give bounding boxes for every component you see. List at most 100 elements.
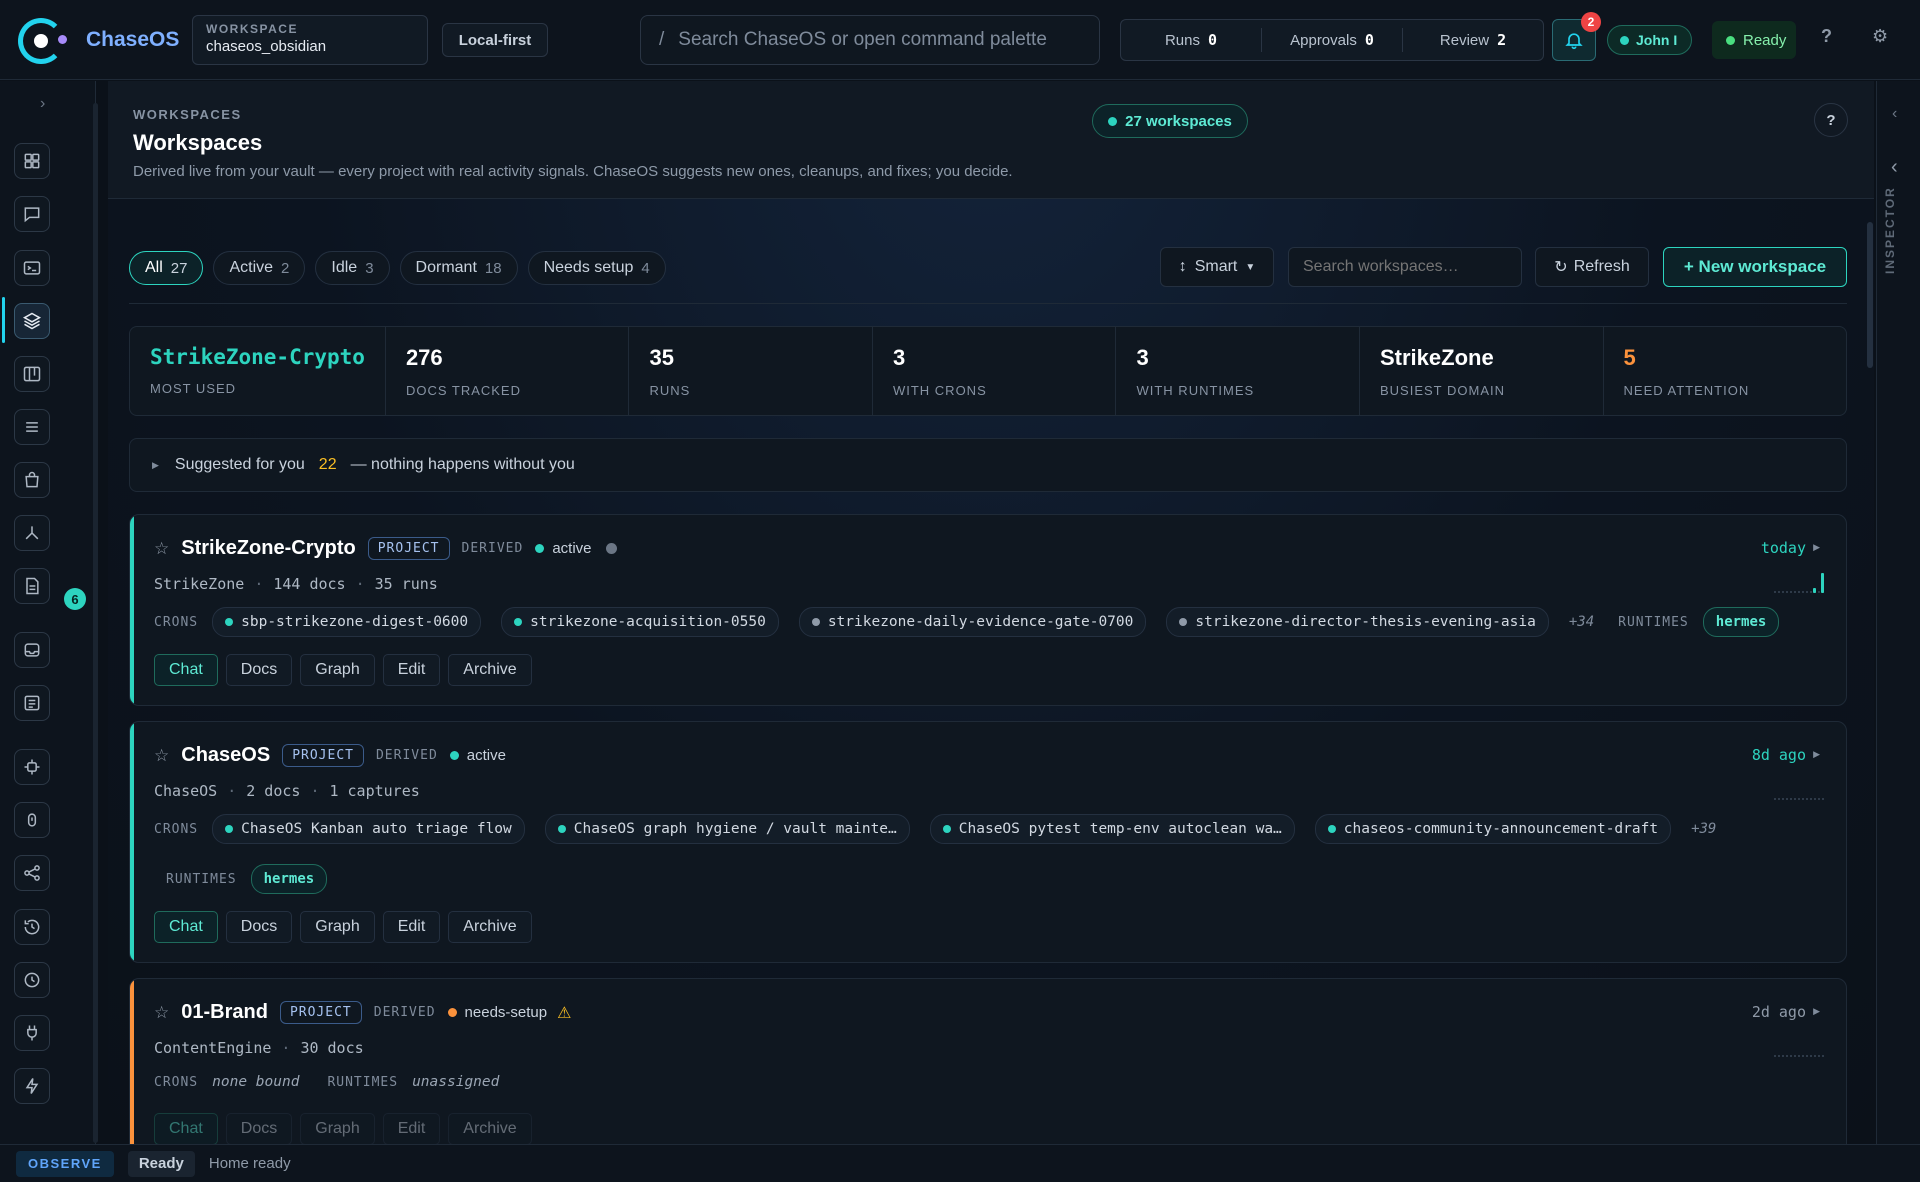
page-help-button[interactable]: ? — [1814, 103, 1848, 137]
workspace-name[interactable]: 01-Brand — [181, 1001, 268, 1024]
chat-icon[interactable] — [14, 196, 50, 232]
docs-button[interactable]: Docs — [225, 911, 293, 943]
sidebar-scrollbar[interactable] — [93, 103, 98, 1143]
workspace-meta: ContentEngine · 30 docs — [154, 1039, 364, 1057]
runtime-chip[interactable]: hermes — [250, 864, 328, 894]
history-icon[interactable] — [14, 909, 50, 945]
chip-icon[interactable] — [14, 749, 50, 785]
share-icon[interactable] — [14, 855, 50, 891]
help-icon[interactable]: ? — [1821, 26, 1832, 47]
workspace-name[interactable]: StrikeZone-Crypto — [181, 537, 355, 560]
command-search[interactable]: / Search ChaseOS or open command palette — [640, 15, 1100, 65]
more-crons[interactable]: +34 — [1569, 614, 1594, 630]
kanban-icon[interactable] — [14, 356, 50, 392]
chaseos-logo-icon — [18, 18, 64, 64]
cron-chip[interactable]: ChaseOS graph hygiene / vault mainte… — [544, 814, 910, 844]
workspace-card[interactable]: ☆ ChaseOS PROJECT DERIVED active 8d ago … — [129, 721, 1847, 963]
sort-dropdown[interactable]: ↕ Smart ▼ — [1160, 247, 1274, 287]
suggestions-toggle[interactable]: ▶ Suggested for you 22 — nothing happens… — [129, 438, 1847, 492]
star-icon[interactable]: ☆ — [154, 539, 169, 559]
layers-icon[interactable] — [14, 303, 50, 339]
filter-active[interactable]: Active 2 — [213, 251, 306, 285]
chat-button[interactable]: Chat — [154, 654, 218, 686]
count-dot — [1108, 116, 1118, 126]
project-tag: PROJECT — [282, 744, 364, 767]
caret-right-icon[interactable]: ▶ — [1813, 1006, 1820, 1017]
archive-button[interactable]: Archive — [448, 911, 532, 943]
archive-button[interactable]: Archive — [448, 654, 532, 686]
chat-button[interactable]: Chat — [154, 1113, 218, 1144]
main-scrollbar[interactable] — [1867, 222, 1873, 368]
user-menu[interactable]: John I — [1607, 25, 1692, 55]
cron-chip[interactable]: strikezone-daily-evidence-gate-0700 — [798, 607, 1147, 637]
workspace-meta: StrikeZone · 144 docs · 35 runs — [154, 575, 438, 593]
bag-icon[interactable] — [14, 462, 50, 498]
cron-chip[interactable]: strikezone-director-thesis-evening-asia — [1166, 607, 1549, 637]
graph-button[interactable]: Graph — [300, 911, 375, 943]
list-icon[interactable] — [14, 409, 50, 445]
database-icon[interactable] — [14, 802, 50, 838]
sidebar-expand-chevron-icon[interactable]: › — [40, 95, 45, 113]
runs-counter[interactable]: Runs 0 — [1121, 28, 1262, 52]
state-badge: Ready — [127, 1150, 195, 1177]
runtime-chip[interactable]: hermes — [1702, 607, 1780, 637]
chevron-left-icon[interactable]: ‹ — [1892, 105, 1897, 123]
cron-chip[interactable]: strikezone-acquisition-0550 — [501, 607, 779, 637]
review-counter[interactable]: Review 2 — [1403, 28, 1543, 52]
graph-button[interactable]: Graph — [300, 1113, 375, 1144]
edit-button[interactable]: Edit — [382, 911, 441, 943]
stat-need-attention[interactable]: 5 NEED ATTENTION — [1604, 327, 1847, 415]
gear-icon[interactable]: ⚙ — [1872, 26, 1888, 47]
more-crons[interactable]: +39 — [1691, 821, 1716, 837]
stat-most-used[interactable]: StrikeZone-Crypto MOST USED — [130, 327, 386, 415]
workspace-name[interactable]: ChaseOS — [181, 744, 270, 767]
document-icon[interactable] — [14, 568, 50, 604]
local-first-button[interactable]: Local-first — [442, 23, 548, 57]
workspace-switcher[interactable]: WORKSPACE chaseos_obsidian — [192, 15, 428, 65]
graph-icon[interactable] — [14, 515, 50, 551]
sparkline-bar — [1813, 588, 1816, 593]
archive-button[interactable]: Archive — [448, 1113, 532, 1144]
chat-button[interactable]: Chat — [154, 911, 218, 943]
workspace-card[interactable]: ☆ 01-Brand PROJECT DERIVED needs-setup ⚠… — [129, 978, 1847, 1144]
docs-button[interactable]: Docs — [225, 654, 293, 686]
clock-icon[interactable] — [14, 962, 50, 998]
cron-chip[interactable]: ChaseOS pytest temp-env autoclean wa… — [929, 814, 1295, 844]
dashboard-icon[interactable] — [14, 143, 50, 179]
runtimes-label: RUNTIMES — [327, 1074, 399, 1090]
mode-badge[interactable]: OBSERVE — [16, 1150, 114, 1177]
refresh-button[interactable]: ↻ Refresh — [1535, 247, 1649, 287]
inbox-icon[interactable] — [14, 632, 50, 668]
notifications-button[interactable]: 2 — [1552, 12, 1601, 61]
workspace-card[interactable]: ☆ StrikeZone-Crypto PROJECT DERIVED acti… — [129, 514, 1847, 706]
bolt-icon[interactable] — [14, 1068, 50, 1104]
docs-button[interactable]: Docs — [225, 1113, 293, 1144]
caret-right-icon[interactable]: ▶ — [1813, 749, 1820, 760]
edit-button[interactable]: Edit — [382, 1113, 441, 1144]
star-icon[interactable]: ☆ — [154, 1003, 169, 1023]
edit-button[interactable]: Edit — [382, 654, 441, 686]
approvals-counter[interactable]: Approvals 0 — [1262, 28, 1403, 52]
inspector-toggle-icon[interactable]: ‹ — [1891, 156, 1898, 179]
filter-needs-setup[interactable]: Needs setup 4 — [527, 251, 666, 285]
stat-with-crons: 3 WITH CRONS — [873, 327, 1117, 415]
star-icon[interactable]: ☆ — [154, 746, 169, 766]
new-workspace-button[interactable]: + New workspace — [1663, 247, 1847, 287]
caret-right-icon[interactable]: ▶ — [1813, 542, 1820, 553]
terminal-icon[interactable] — [14, 250, 50, 286]
cron-chip[interactable]: ChaseOS Kanban auto triage flow — [212, 814, 525, 844]
top-bar: ChaseOS WORKSPACE chaseos_obsidian Local… — [0, 0, 1920, 80]
filter-dormant[interactable]: Dormant 18 — [399, 251, 518, 285]
filter-all[interactable]: All 27 — [129, 251, 204, 285]
sort-arrows-icon: ↕ — [1178, 258, 1187, 275]
command-search-placeholder: Search ChaseOS or open command palette — [678, 29, 1047, 50]
status-badge: needs-setup — [447, 1004, 547, 1021]
workspace-search-input[interactable] — [1288, 247, 1522, 287]
cron-chip[interactable]: chaseos-community-announcement-draft — [1314, 814, 1672, 844]
stats-strip: StrikeZone-Crypto MOST USED 276 DOCS TRACK… — [129, 326, 1847, 416]
cron-chip[interactable]: sbp-strikezone-digest-0600 — [212, 607, 482, 637]
graph-button[interactable]: Graph — [300, 654, 375, 686]
notes-icon[interactable] — [14, 685, 50, 721]
plug-icon[interactable] — [14, 1015, 50, 1051]
filter-idle[interactable]: Idle 3 — [315, 251, 390, 285]
